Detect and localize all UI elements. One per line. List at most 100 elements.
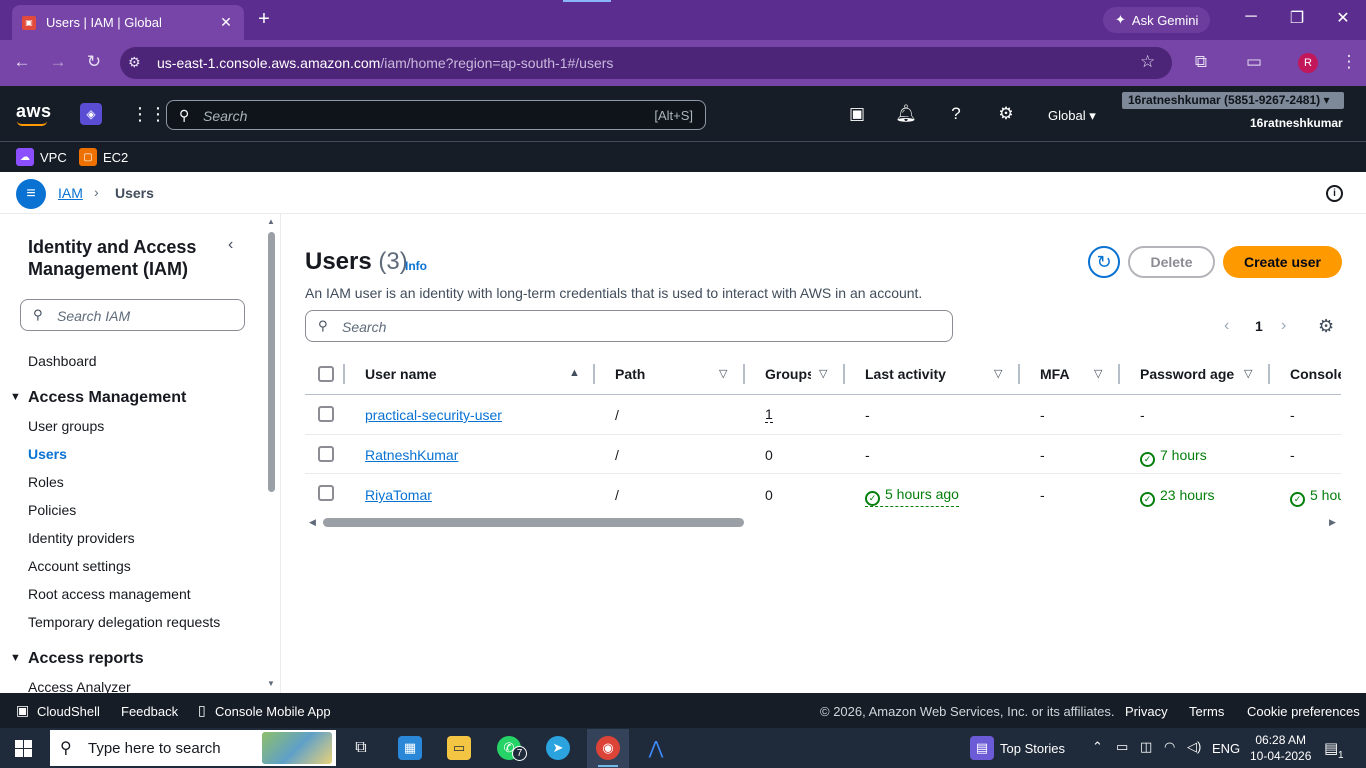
top-stories-icon[interactable]: ▤ — [970, 736, 994, 760]
windows-start-icon[interactable] — [15, 740, 32, 757]
column-header-console[interactable]: Console — [1290, 366, 1341, 382]
bookmark-star-icon[interactable]: ☆ — [1140, 52, 1155, 72]
tray-chevron-icon[interactable]: ⌃ — [1092, 739, 1103, 755]
table-horizontal-scrollbar[interactable] — [323, 518, 744, 527]
nav-policies[interactable]: Policies — [28, 502, 76, 518]
cloudshell-icon[interactable]: ▣ — [846, 104, 868, 124]
aws-logo[interactable]: aws — [16, 101, 52, 122]
scroll-left-icon[interactable]: ◀ — [309, 517, 316, 528]
nav-roles[interactable]: Roles — [28, 474, 64, 490]
forward-icon[interactable]: → — [47, 52, 69, 72]
language-indicator[interactable]: ENG — [1212, 741, 1240, 756]
notifications-bell-icon[interactable]: 🔔︎ — [895, 104, 917, 124]
tab-close-icon[interactable]: ✕ — [218, 14, 234, 31]
footer-privacy[interactable]: Privacy — [1125, 704, 1168, 719]
nav-user-groups[interactable]: User groups — [28, 418, 104, 434]
notifications-icon[interactable]: ▤ — [1324, 739, 1338, 757]
create-user-button[interactable]: Create user — [1223, 246, 1342, 278]
minimize-icon[interactable]: ─ — [1241, 8, 1261, 26]
amazon-q-icon[interactable]: ◈ — [80, 103, 102, 125]
search-iam-input[interactable]: ⚲ Search IAM — [20, 299, 245, 331]
restore-icon[interactable]: ❐ — [1287, 8, 1307, 28]
nav-users[interactable]: Users — [28, 446, 67, 462]
new-tab-button[interactable]: + — [254, 8, 274, 31]
nav-section-access-management[interactable]: Access Management — [28, 389, 186, 407]
scroll-down-icon[interactable]: ▼ — [267, 679, 275, 688]
telegram-icon[interactable]: ➤ — [546, 736, 570, 760]
nav-identity-providers[interactable]: Identity providers — [28, 530, 135, 546]
expand-caret-icon[interactable]: ▼ — [10, 652, 21, 664]
column-header-path[interactable]: Path — [615, 366, 645, 382]
volume-icon[interactable]: ◁) — [1187, 739, 1201, 755]
back-icon[interactable]: ← — [11, 52, 33, 72]
nav-access-analyzer[interactable]: Access Analyzer — [28, 679, 131, 693]
column-header-groups[interactable]: Groups — [765, 366, 811, 382]
help-icon[interactable]: ? — [945, 104, 967, 124]
sort-caret-icon[interactable]: ▽ — [1094, 367, 1102, 380]
table-preferences-gear-icon[interactable]: ⚙ — [1318, 316, 1334, 337]
extensions-icon[interactable]: ⧉ — [1190, 52, 1212, 72]
column-header-user-name[interactable]: User name — [365, 366, 437, 382]
nav-temporary-delegation-requests[interactable]: Temporary delegation requests — [28, 614, 220, 630]
window-close-icon[interactable]: ✕ — [1333, 8, 1353, 28]
nav-dashboard[interactable]: Dashboard — [28, 353, 97, 369]
user-name-link[interactable]: RiyaTomar — [365, 487, 432, 503]
profile-avatar[interactable]: R — [1298, 53, 1318, 73]
ask-gemini-button[interactable]: ✦ Ask Gemini — [1103, 7, 1211, 33]
column-divider[interactable] — [1268, 364, 1270, 384]
browser-tab[interactable]: ▣ Users | IAM | Global ✕ — [12, 5, 244, 40]
footer-cloudshell[interactable]: CloudShell — [37, 704, 100, 719]
task-view-icon[interactable]: ⧉ — [349, 736, 373, 760]
users-search-input[interactable]: ⚲ Search — [305, 310, 953, 342]
column-divider[interactable] — [1018, 364, 1020, 384]
nav-root-access-management[interactable]: Root access management — [28, 586, 191, 602]
info-link[interactable]: Info — [405, 259, 427, 273]
row-checkbox[interactable] — [318, 406, 334, 422]
select-all-checkbox[interactable] — [318, 366, 334, 382]
battery-icon[interactable]: ▭ — [1116, 739, 1128, 755]
chrome-icon[interactable]: ◉ — [596, 736, 620, 760]
column-divider[interactable] — [843, 364, 845, 384]
next-page-icon[interactable]: › — [1281, 317, 1286, 335]
site-settings-icon[interactable]: ⚙ — [128, 54, 141, 71]
user-name-link[interactable]: RatneshKumar — [365, 447, 458, 463]
nav-account-settings[interactable]: Account settings — [28, 558, 131, 574]
settings-gear-icon[interactable]: ⚙ — [995, 104, 1017, 124]
account-name[interactable]: 16ratneshkumar — [1250, 116, 1343, 130]
footer-console-mobile-app[interactable]: Console Mobile App — [215, 704, 331, 719]
account-id-pill[interactable]: 16ratneshkumar (5851-9267-2481) ▾ — [1122, 92, 1344, 109]
footer-feedback[interactable]: Feedback — [121, 704, 178, 719]
info-panel-icon[interactable]: i — [1326, 185, 1343, 202]
taskbar-search-input[interactable]: ⚲ Type here to search — [50, 730, 336, 766]
previous-page-icon[interactable]: ‹ — [1224, 317, 1229, 335]
expand-caret-icon[interactable]: ▼ — [10, 391, 21, 403]
cast-icon[interactable]: ▭ — [1243, 52, 1265, 72]
row-checkbox[interactable] — [318, 446, 334, 462]
wifi-icon[interactable]: ◠ — [1164, 739, 1175, 755]
favorite-vpc[interactable]: ☁ VPC — [16, 148, 67, 166]
footer-cookie-preferences[interactable]: Cookie preferences — [1247, 704, 1360, 719]
user-name-link[interactable]: practical-security-user — [365, 407, 502, 423]
taskbar-clock[interactable]: 06:28 AM 10-04-2026 — [1250, 732, 1311, 764]
column-divider[interactable] — [1118, 364, 1120, 384]
sort-caret-icon[interactable]: ▽ — [719, 367, 727, 380]
favorite-ec2[interactable]: ▢ EC2 — [79, 148, 128, 166]
groups-cell[interactable]: 1 — [765, 406, 773, 423]
page-number[interactable]: 1 — [1255, 318, 1263, 334]
column-header-mfa[interactable]: MFA — [1040, 366, 1070, 382]
sort-ascending-icon[interactable]: ▲ — [569, 367, 580, 379]
footer-terms[interactable]: Terms — [1189, 704, 1224, 719]
top-stories-label[interactable]: Top Stories — [1000, 741, 1065, 756]
sort-caret-icon[interactable]: ▽ — [994, 367, 1002, 380]
delete-button[interactable]: Delete — [1128, 246, 1215, 278]
hamburger-menu-icon[interactable]: ≡ — [16, 179, 46, 209]
chrome-menu-icon[interactable]: ⋮ — [1338, 52, 1360, 72]
breadcrumb-iam[interactable]: IAM — [58, 185, 83, 201]
scroll-right-icon[interactable]: ▶ — [1329, 517, 1336, 528]
last-activity-cell[interactable]: ✓ 5 hours ago — [865, 486, 959, 507]
column-header-password-age[interactable]: Password age — [1140, 366, 1234, 382]
scroll-up-icon[interactable]: ▲ — [267, 217, 275, 226]
region-selector[interactable]: Global ▾ — [1048, 108, 1096, 124]
column-divider[interactable] — [593, 364, 595, 384]
sort-caret-icon[interactable]: ▽ — [819, 367, 827, 380]
